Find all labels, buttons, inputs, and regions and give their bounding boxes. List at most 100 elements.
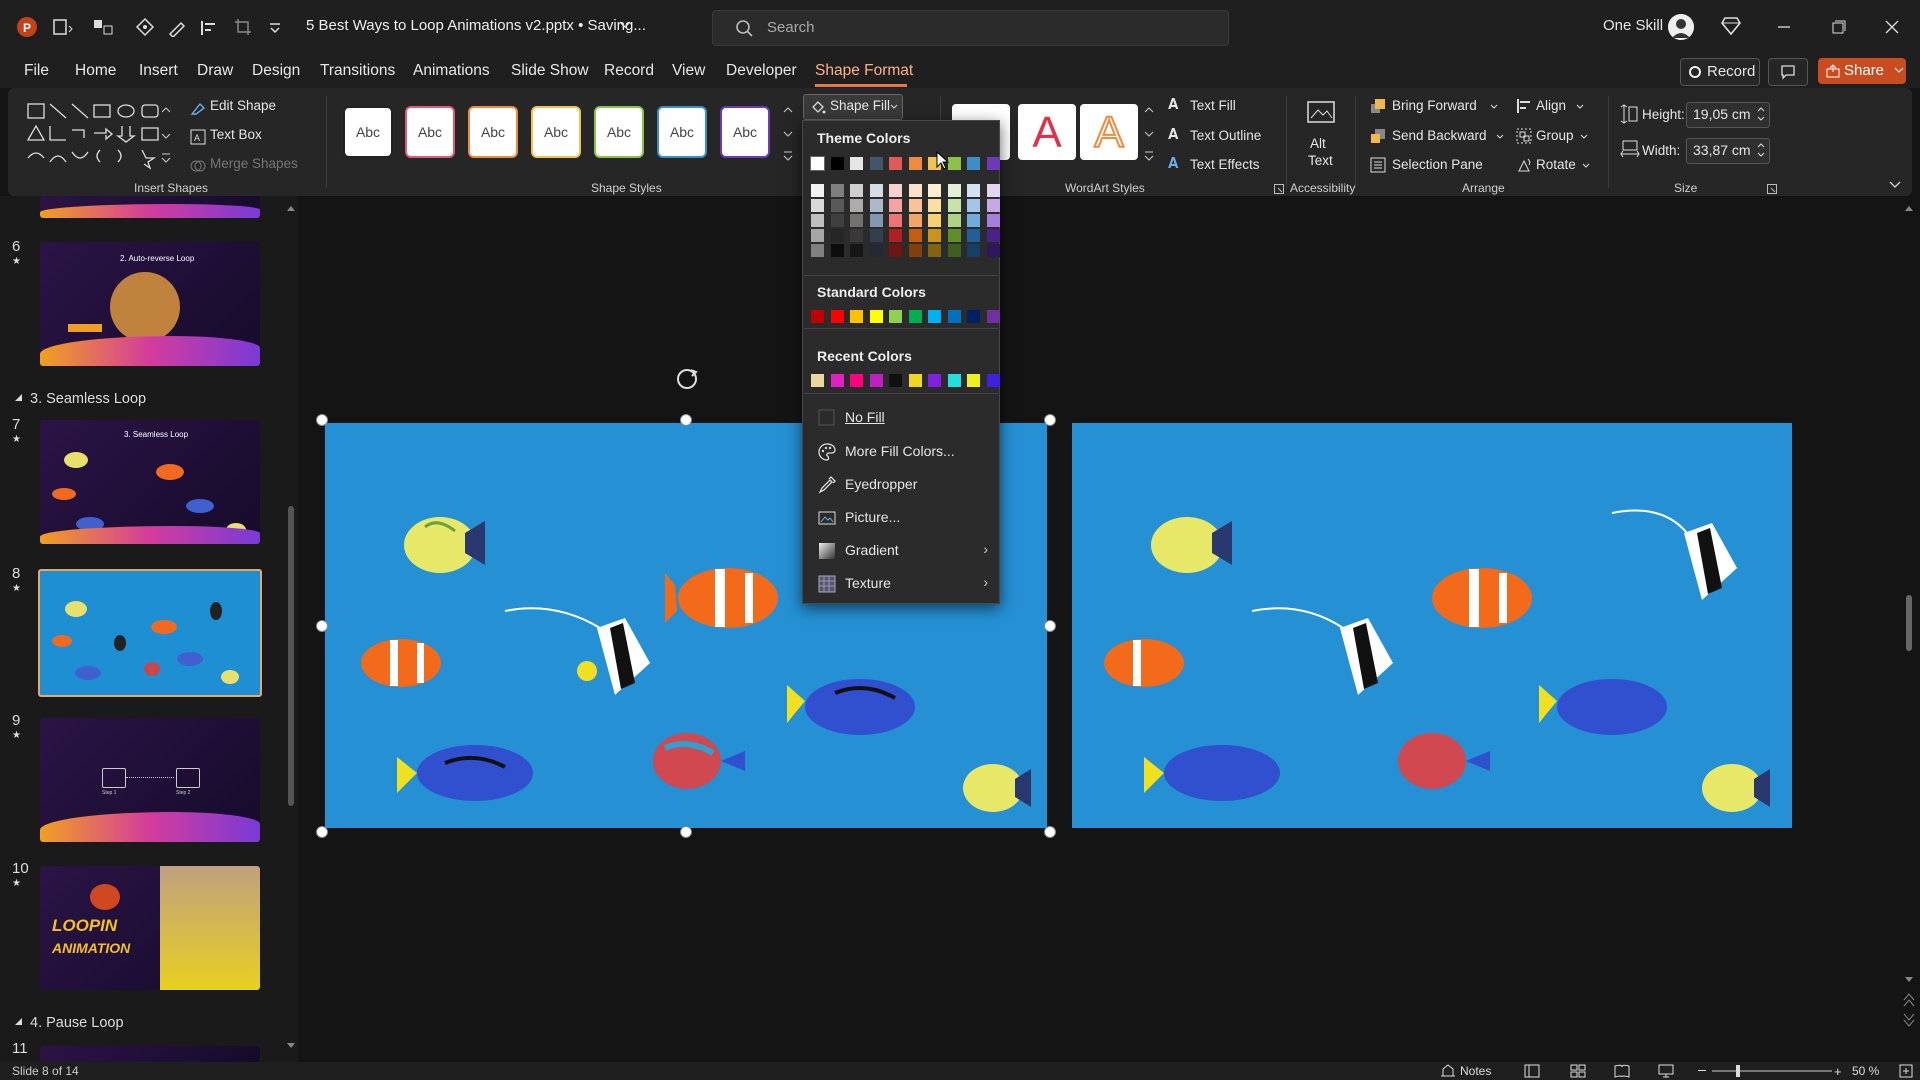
resize-handle[interactable] [316,826,328,838]
comments-button[interactable] [1768,58,1808,86]
theme-shade-swatch[interactable] [869,214,883,227]
resize-handle[interactable] [680,826,692,838]
theme-color-swatch[interactable] [967,157,980,170]
theme-shade-swatch[interactable] [967,229,980,242]
recent-color-swatch[interactable] [947,374,961,387]
title-chevron-down-icon[interactable] [618,20,632,30]
shape-style-preset[interactable]: Abc [720,106,770,158]
theme-color-swatch[interactable] [830,157,844,170]
theme-shade-swatch[interactable] [850,199,863,212]
shape-style-preset[interactable]: Abc [405,106,455,158]
shape-style-preset[interactable]: Abc [531,106,581,158]
wordart-dialog-launcher-icon[interactable] [1274,184,1284,194]
pane-scroll-up-icon[interactable] [286,204,296,212]
theme-shade-swatch[interactable] [830,184,844,197]
canvas-scroll-up-icon[interactable] [1904,204,1914,212]
tab-animations[interactable]: Animations [413,62,490,80]
standard-color-swatch[interactable] [967,310,980,323]
theme-shade-swatch[interactable] [908,184,922,197]
theme-shade-swatch[interactable] [811,229,824,242]
size-dialog-launcher-icon[interactable] [1767,184,1777,194]
send-backward-chevron-icon[interactable] [1496,134,1504,140]
diamond-premium-icon[interactable] [1720,14,1742,36]
theme-shade-swatch[interactable] [889,184,902,197]
slide-thumbnail-10[interactable]: LOOPIN ANIMATION [40,866,260,990]
theme-shade-swatch[interactable] [850,184,863,197]
share-button[interactable]: Share [1818,58,1906,84]
slideshow-icon[interactable] [1658,1064,1674,1078]
share-chevron-icon[interactable] [1894,67,1904,75]
theme-shade-swatch[interactable] [967,184,980,197]
theme-shade-swatch[interactable] [908,214,922,227]
texture-item[interactable]: Texture › [804,568,998,598]
section-header[interactable]: 3. Seamless Loop [30,391,146,407]
slide-sorter-icon[interactable] [1570,1064,1586,1078]
tab-design[interactable]: Design [252,62,300,80]
width-spinner-icon[interactable] [1757,141,1765,159]
autosave-toggle-icon[interactable] [50,14,76,40]
theme-color-swatch[interactable] [810,156,825,171]
theme-shade-swatch[interactable] [947,214,961,227]
tab-view[interactable]: View [672,62,705,80]
resize-handle[interactable] [316,414,328,426]
zoom-level[interactable]: 50 % [1852,1064,1879,1078]
theme-shade-swatch[interactable] [986,214,1000,227]
standard-color-swatch[interactable] [811,310,824,323]
standard-color-swatch[interactable] [986,310,1000,323]
theme-shade-swatch[interactable] [811,199,824,212]
resize-handle[interactable] [316,620,328,632]
wordart-style-preset[interactable]: A [1080,104,1138,160]
restore-icon[interactable] [1824,14,1852,40]
recent-color-swatch[interactable] [850,374,863,387]
tab-slide-show[interactable]: Slide Show [511,62,589,80]
shape-style-preset[interactable]: Abc [657,106,707,158]
theme-shade-swatch[interactable] [967,214,980,227]
standard-color-swatch[interactable] [869,310,883,323]
slide-thumbnail-7[interactable]: 3. Seamless Loop [40,420,260,544]
next-slide-icon[interactable] [1903,1012,1915,1028]
theme-shade-swatch[interactable] [830,214,844,227]
shape-style-preset[interactable]: Abc [468,106,518,158]
wordart-gallery-scroll-icon[interactable] [1142,102,1156,166]
theme-shade-swatch[interactable] [928,244,941,257]
recent-color-swatch[interactable] [967,374,980,387]
style-gallery-scroll-icon[interactable] [781,102,795,166]
width-field[interactable]: 33,87 cm [1686,138,1770,164]
gallery-scroll-icon[interactable] [160,104,172,164]
section-collapse-icon[interactable] [14,1017,24,1027]
crop-icon[interactable] [230,14,256,40]
prev-slide-icon[interactable] [1903,992,1915,1008]
theme-shade-swatch[interactable] [986,244,1000,257]
theme-shade-swatch[interactable] [889,214,902,227]
resize-handle[interactable] [1044,620,1056,632]
alt-text-button[interactable]: Alt Text [1302,98,1340,172]
recent-color-swatch[interactable] [830,374,844,387]
rotate-handle-icon[interactable] [674,366,700,392]
notes-button[interactable]: Notes [1460,1064,1491,1078]
theme-shade-swatch[interactable] [850,244,863,257]
normal-view-icon[interactable] [1524,1064,1540,1078]
theme-shade-swatch[interactable] [889,199,902,212]
slide-thumbnail-5[interactable] [40,196,260,218]
section-collapse-icon[interactable] [14,393,24,403]
customize-toolbar-icon[interactable] [262,14,288,40]
theme-shade-swatch[interactable] [889,229,902,242]
duplicate-slide-shape[interactable] [1072,423,1792,828]
tab-shape-format[interactable]: Shape Format [815,62,913,80]
recent-color-swatch[interactable] [986,374,1000,387]
theme-color-swatch[interactable] [908,157,922,170]
theme-shade-swatch[interactable] [811,214,824,227]
theme-shade-swatch[interactable] [811,244,824,257]
pane-scroll-down-icon[interactable] [286,1042,296,1050]
zoom-in-icon[interactable]: + [1834,1064,1842,1079]
theme-color-swatch[interactable] [889,157,902,170]
tab-file[interactable]: File [24,62,49,80]
resize-handle[interactable] [1044,414,1056,426]
more-fill-colors-item[interactable]: More Fill Colors... [804,436,998,466]
theme-shade-swatch[interactable] [967,244,980,257]
shape-gallery[interactable] [24,100,174,172]
recent-color-swatch[interactable] [908,374,922,387]
theme-shade-swatch[interactable] [908,244,922,257]
theme-shade-swatch[interactable] [947,229,961,242]
theme-shade-swatch[interactable] [947,184,961,197]
